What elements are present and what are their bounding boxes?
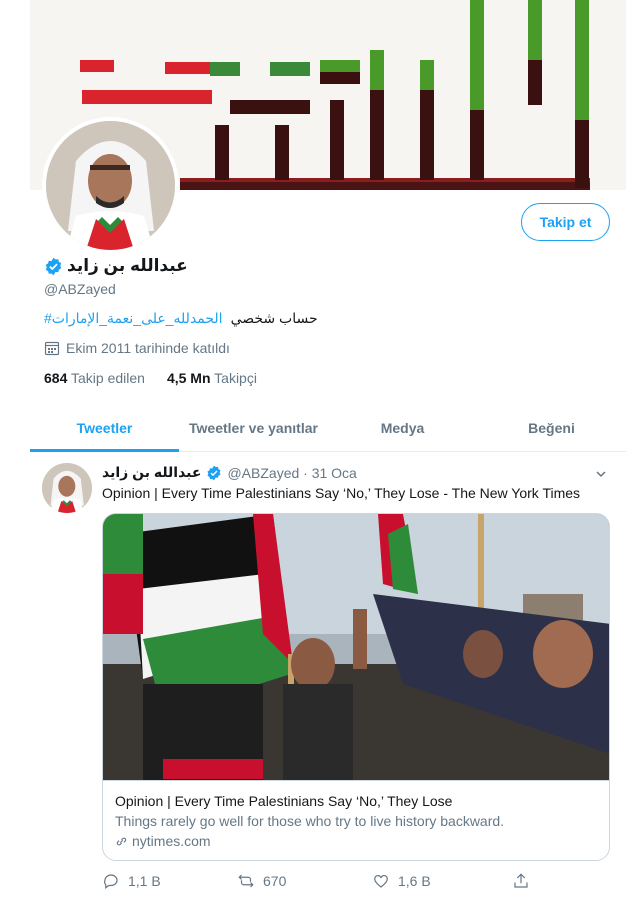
- share-icon: [514, 873, 528, 888]
- profile-bio: #الحمدلله_على_نعمة_الإمارات حساب شخصي: [44, 310, 318, 327]
- reply-icon: [104, 874, 118, 889]
- tweet-handle-date[interactable]: @ABZayed · 31 Oca: [227, 465, 356, 481]
- like-count: 1,6 B: [398, 873, 431, 889]
- following-label: Takip edilen: [71, 370, 145, 386]
- tab-tweets[interactable]: Tweetler: [30, 405, 179, 452]
- heart-icon: [374, 874, 388, 888]
- share-action[interactable]: [512, 872, 530, 890]
- bio-text: حساب شخصي: [230, 310, 318, 326]
- followers-label: Takipçi: [214, 370, 257, 386]
- follow-button[interactable]: Takip et: [521, 203, 610, 241]
- card-title: Opinion | Every Time Palestinians Say ‘N…: [115, 793, 453, 809]
- tweet-text: Opinion | Every Time Palestinians Say ‘N…: [102, 485, 581, 501]
- followers-count: 4,5 Mn: [166, 370, 211, 386]
- card-description: Things rarely go well for those who try …: [115, 813, 505, 829]
- profile-name: عبدالله بن زايد: [67, 256, 188, 275]
- tweet-avatar[interactable]: [42, 463, 92, 513]
- tab-likes[interactable]: Beğeni: [477, 405, 626, 451]
- tweet-author-name[interactable]: عبدالله بن زايد: [102, 464, 201, 481]
- tweet-actions: 1,1 B 670 1,6 B: [102, 872, 532, 890]
- like-action[interactable]: 1,6 B: [372, 872, 512, 890]
- card-domain-text: nytimes.com: [132, 833, 211, 849]
- link-icon: [116, 837, 127, 845]
- retweet-icon: [238, 874, 254, 888]
- tab-media[interactable]: Medya: [328, 405, 477, 451]
- followers-stat[interactable]: 4,5 Mn Takipçi: [167, 370, 257, 386]
- retweet-count: 670: [263, 873, 287, 889]
- tab-tweets-and-replies[interactable]: Tweetler ve yanıtlar: [179, 405, 328, 451]
- card-domain: nytimes.com: [115, 833, 599, 849]
- card-body: Opinion | Every Time Palestinians Say ‘N…: [103, 780, 609, 860]
- retweet-action[interactable]: 670: [237, 872, 372, 890]
- bio-hashtag-link[interactable]: #الحمدلله_على_نعمة_الإمارات: [44, 310, 223, 327]
- profile-avatar[interactable]: [42, 117, 179, 254]
- card-image: [103, 514, 609, 780]
- calendar-icon: [44, 341, 60, 356]
- protest-photo: [103, 514, 609, 780]
- avatar-portrait: [46, 121, 175, 250]
- profile-tabs: Tweetler Tweetler ve yanıtlar Medya Beğe…: [30, 405, 626, 452]
- profile-handle: @ABZayed: [44, 281, 116, 297]
- reply-action[interactable]: 1,1 B: [102, 872, 237, 890]
- profile-name-row: عبدالله بن زايد: [44, 256, 188, 276]
- reply-count: 1,1 B: [128, 873, 161, 889]
- following-count: 684: [44, 370, 68, 386]
- joined-text: Ekim 2011 tarihinde katıldı: [66, 340, 230, 356]
- chevron-down-icon[interactable]: [594, 467, 608, 481]
- joined-date: Ekim 2011 tarihinde katıldı: [44, 340, 230, 356]
- profile-stats: 684 Takip edilen 4,5 Mn Takipçi: [44, 370, 257, 386]
- tweet-header: عبدالله بن زايد @ABZayed · 31 Oca: [102, 464, 357, 481]
- verified-badge-icon: [207, 465, 222, 480]
- following-stat[interactable]: 684 Takip edilen: [44, 370, 145, 386]
- avatar-portrait-small: [42, 463, 92, 513]
- verified-badge-icon: [45, 257, 62, 275]
- link-card[interactable]: Opinion | Every Time Palestinians Say ‘N…: [102, 513, 610, 861]
